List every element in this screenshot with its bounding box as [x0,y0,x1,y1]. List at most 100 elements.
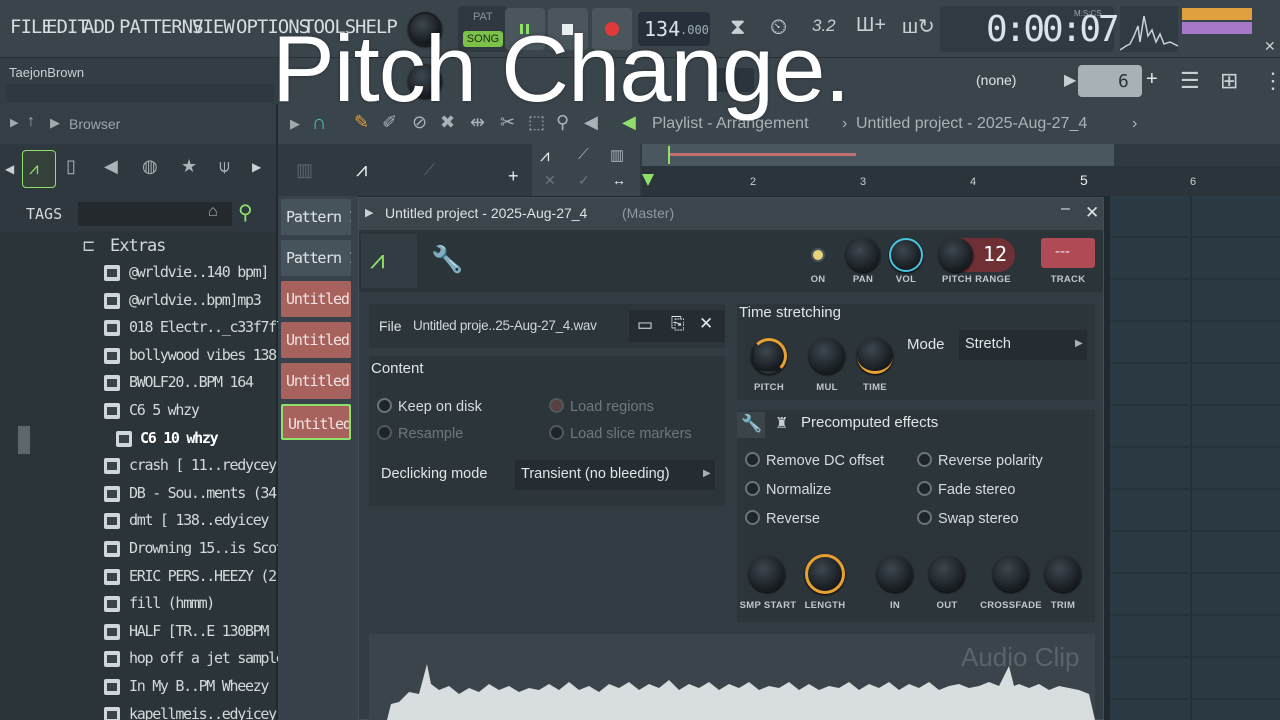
close-x-icon[interactable]: ✕ [1264,38,1276,55]
effects-wrench-button[interactable]: 🔧 [737,412,765,438]
piano-icon[interactable]: ▥ [296,160,313,181]
effect-reverse-polarity[interactable]: Reverse polarity [917,452,1043,469]
pitch-knob[interactable] [939,238,973,272]
playlist-grid[interactable] [1110,196,1280,720]
pattern-item[interactable]: Pattern 1 # [281,240,351,276]
close-icon[interactable]: ✕ [1085,203,1099,223]
option-keep-on-disk[interactable]: Keep on disk [377,398,482,415]
add-track-icon[interactable]: + [508,166,519,187]
option-resample[interactable]: Resample [377,425,463,442]
scroll-right-icon[interactable]: ▶ [252,160,261,174]
wrench-tab-icon[interactable]: 🔧 [431,244,463,275]
browser-item[interactable]: @wrldvie..bpm]mp3 [0,288,270,315]
folder-extras[interactable]: ⊏ Extras [82,236,272,258]
out-knob[interactable] [929,556,965,592]
scroll-left-icon[interactable]: ◀ [5,162,14,176]
piano-roll-icon[interactable]: ⋮ [1262,68,1280,94]
drum-icon[interactable]: ⍦ [219,156,230,177]
browser-item[interactable]: dmt [ 138..edyicey ] [0,508,285,535]
track-selector[interactable]: --- [1041,238,1095,268]
automation-icon[interactable]: ⟋ [424,162,435,180]
browser-item[interactable]: DB - Sou..ments (34) [0,481,285,508]
channel-window-titlebar[interactable]: ▶ Untitled project - 2025-Aug-27_4 (Mast… [359,198,1103,230]
effect-normalize[interactable]: Normalize [745,481,831,498]
browser-item[interactable]: C6 10 whzy [0,426,270,453]
mode-select[interactable]: Stretch ▶ [959,330,1087,360]
open-folder-icon[interactable]: ▭ [637,315,653,335]
ts-pitch-knob[interactable] [751,338,787,374]
pattern-item[interactable]: Untitled pr [281,363,351,399]
timeline-ruler[interactable]: 2 3 4 5 6 [642,166,1280,196]
expand-icon-2[interactable]: ▶ [50,115,60,131]
audio-filter-button[interactable]: ⩘ [22,150,56,188]
grid-icon[interactable]: ▥ [610,146,624,164]
option-load-slice-markers[interactable]: Load slice markers [549,425,692,442]
in-knob[interactable] [877,556,913,592]
remove-file-icon[interactable]: ✕ [699,314,713,334]
menu-patterns[interactable]: PATTERNS [119,16,204,38]
swap-stereo-radio[interactable] [917,510,932,525]
browser-item[interactable]: fill (hmmm) [0,591,270,618]
time-display[interactable]: 0:00:07 M:S:CS [940,6,1120,52]
playhead-marker[interactable] [642,174,654,186]
effect-reverse[interactable]: Reverse [745,510,820,527]
file-icon[interactable]: ▯ [66,156,76,177]
pan-knob[interactable] [846,238,880,272]
pattern-item[interactable]: Untitled pr [281,404,351,440]
reverse-radio[interactable] [745,510,760,525]
plus-icon[interactable]: + [1146,68,1158,91]
browser-item[interactable]: BWOLF20..BPM 164 [0,370,270,397]
keep-on-disk-radio[interactable] [377,398,392,413]
pattern-select-value[interactable]: (none) [976,72,1016,88]
on-led[interactable] [811,248,825,262]
menu-view[interactable]: VIEW [192,16,235,38]
resize-icon[interactable]: ↔ [612,172,626,188]
sampler-tab[interactable]: ⩘ [361,234,417,288]
replace-file-icon[interactable]: ⎘ [671,314,685,334]
load-slice-markers-radio[interactable] [549,425,564,440]
browser-item[interactable]: ERIC PERS..HEEZY (2) [0,564,285,591]
expand-icon[interactable]: ▶ [10,116,18,129]
star-icon[interactable]: ★ [181,156,197,177]
crossfade-knob[interactable] [993,556,1029,592]
arrow-right-icon[interactable]: ▶ [1064,70,1076,90]
browser-item[interactable]: In My B..PM Wheezy [0,674,270,701]
length-knob[interactable] [805,554,845,594]
horizontal-scrollbar[interactable] [642,144,1114,166]
browser-item[interactable]: bollywood vibes 138 [0,343,277,370]
search-icon[interactable]: ⚲ [238,200,253,225]
browser-item[interactable]: C6 5 whzy [0,398,270,425]
folder-icon[interactable]: ⌂ [208,203,218,221]
normalize-radio[interactable] [745,481,760,496]
step-edit-icon[interactable]: Ш+ [856,14,886,37]
scroll-handle[interactable] [668,146,670,164]
vol-knob[interactable] [889,238,923,272]
loop-record-icon[interactable]: ш↻ [902,14,935,39]
browser-item[interactable]: 018 Electr.._c33f7f7f [0,315,293,342]
lock-icon[interactable]: ♜ [775,414,788,432]
curve-icon[interactable]: ⟋ [578,146,589,163]
up-arrow-icon[interactable]: ↑ [27,113,35,131]
fade-stereo-radio[interactable] [917,481,932,496]
effect-remove-dc[interactable]: Remove DC offset [745,452,884,469]
browser-item[interactable]: crash [ 11..redycey ] [0,453,293,480]
declicking-select[interactable]: Transient (no bleeding) ▶ [515,460,715,490]
load-regions-radio[interactable] [549,398,564,413]
resample-radio[interactable] [377,425,392,440]
ts-mul-knob[interactable] [809,338,845,374]
remove-dc-radio[interactable] [745,452,760,467]
pattern-item[interactable]: Pattern 1 [281,199,351,235]
window-menu-arrow[interactable]: ▶ [365,206,373,219]
minimize-icon[interactable]: – [1061,200,1070,218]
ts-time-knob[interactable] [857,338,893,374]
pattern-item[interactable]: Untitled pr [281,322,351,358]
browser-item[interactable]: kapellmeis..edyicey ] [0,702,293,720]
speaker-icon[interactable]: ◀ [104,156,118,177]
browser-item[interactable]: hop off a jet sample [0,646,285,673]
pitch-range-control[interactable]: 12 [939,238,1015,272]
reverse-polarity-radio[interactable] [917,452,932,467]
snap-box[interactable]: 6 [1078,65,1142,97]
trim-knob[interactable] [1045,556,1081,592]
effect-swap-stereo[interactable]: Swap stereo [917,510,1019,527]
channel-rack-icon[interactable]: ⊞ [1220,68,1238,94]
